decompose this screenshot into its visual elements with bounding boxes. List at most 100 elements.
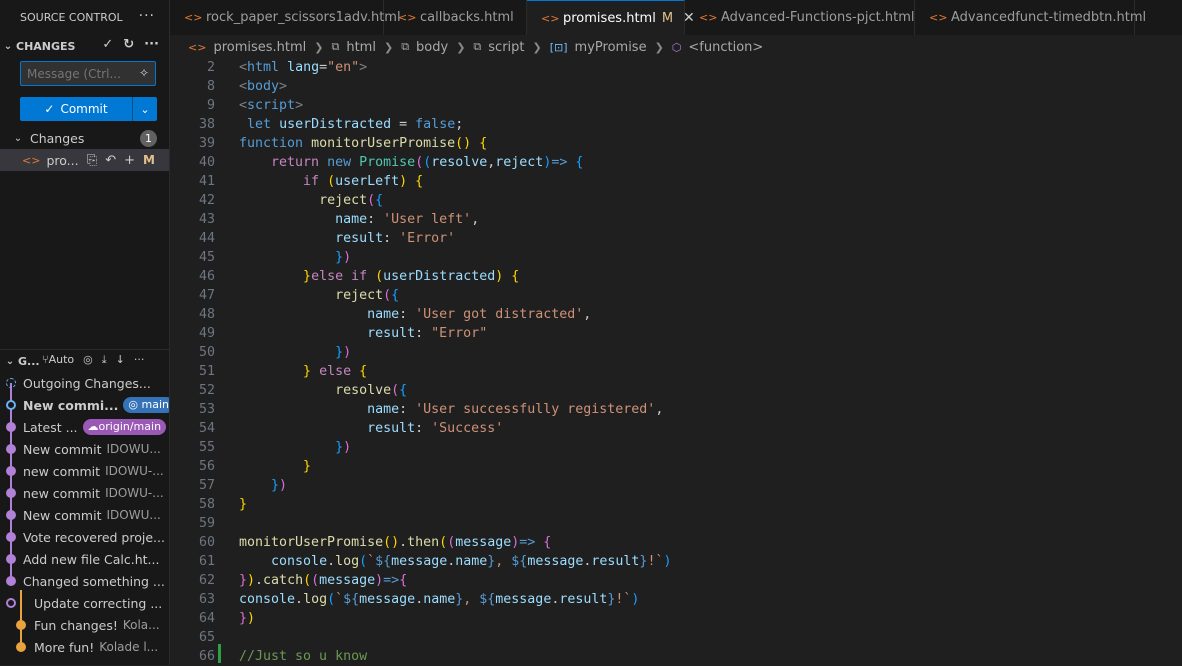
commit-message-field[interactable]: ✧ — [20, 61, 156, 86]
discard-icon[interactable]: ↶ — [105, 153, 116, 168]
graph-item[interactable]: New commit IDOWU... — [0, 438, 169, 460]
variable-icon: [⊡] — [549, 40, 568, 54]
graph-item[interactable]: Vote recovered proje... — [0, 526, 169, 548]
graph-item-title: New commit — [23, 507, 102, 523]
graph-item[interactable]: Outgoing Changes... — [0, 372, 169, 394]
code-line: } — [303, 459, 312, 474]
commit-icon — [6, 466, 16, 476]
graph-item[interactable]: new commit IDOWU-... — [0, 482, 169, 504]
breadcrumb-item[interactable]: script — [488, 40, 524, 55]
line-number: 43 — [198, 212, 215, 227]
graph-item-author: IDOWU... — [106, 442, 161, 456]
graph-item-author: IDOWU-... — [105, 464, 164, 478]
graph-item[interactable]: new commit IDOWU-... — [0, 460, 169, 482]
pull-icon[interactable]: ↓ — [116, 353, 125, 367]
code-line: }) — [239, 611, 256, 626]
graph-item-title: New commit — [23, 441, 102, 457]
branch-auto-toggle[interactable]: ⑂Auto — [42, 353, 74, 367]
changed-file-item[interactable]: <> pro... ⎘ ↶ + M — [0, 149, 169, 171]
code-line: name: 'User successfully registered', — [367, 402, 664, 417]
tab-promises[interactable]: <> promises.html M ✕ — [527, 0, 695, 35]
code-line: result: "Error" — [367, 326, 488, 341]
breadcrumb-item[interactable]: body — [416, 40, 448, 55]
source-control-graph: ⌄ G... ⑂Auto ◎ ⤓ ↓ ··· Outgoing Changes.… — [0, 349, 169, 658]
graph-section-title: G... — [18, 354, 40, 368]
line-number: 63 — [198, 592, 215, 607]
changes-section-title: CHANGES — [16, 39, 76, 53]
graph-item-title: More fun! — [34, 639, 95, 655]
sparkle-icon[interactable]: ✧ — [139, 66, 149, 80]
breadcrumb-item[interactable]: <function> — [688, 40, 763, 55]
code-line: } else { — [303, 364, 368, 379]
commit-check-icon[interactable]: ✓ — [102, 37, 113, 52]
tab-modified-flag: M — [661, 10, 674, 26]
graph-item[interactable]: Fun changes! Kola... — [0, 614, 169, 636]
html-file-icon: <> — [398, 11, 417, 24]
code-line: <script> — [239, 98, 304, 113]
more-actions-icon[interactable]: ··· — [144, 37, 159, 52]
breadcrumb-item[interactable]: promises.html — [213, 40, 306, 55]
more-actions-icon[interactable]: ··· — [139, 8, 155, 24]
commit-icon — [6, 444, 16, 454]
open-file-icon[interactable]: ⎘ — [87, 153, 97, 168]
changes-group-label: Changes — [30, 130, 85, 146]
modified-line-indicator — [218, 644, 221, 663]
commit-icon — [6, 488, 16, 498]
graph-item[interactable]: Add new file Calc.ht... — [0, 548, 169, 570]
line-number: 39 — [198, 136, 215, 151]
graph-section-header[interactable]: ⌄ G... ⑂Auto ◎ ⤓ ↓ ··· — [0, 350, 169, 372]
fetch-icon[interactable]: ⤓ — [102, 353, 107, 367]
graph-item[interactable]: Update correcting ... — [0, 592, 169, 614]
branch-tag-label: origin/main — [98, 420, 162, 433]
line-number: 45 — [198, 250, 215, 265]
html-file-icon: <> — [184, 11, 203, 24]
branch-tag-label: main — [141, 398, 169, 411]
commit-dropdown-button[interactable]: ⌄ — [133, 103, 157, 116]
element-icon: ⧉ — [331, 40, 340, 53]
graph-item[interactable]: New commit IDOWU... — [0, 504, 169, 526]
line-number: 60 — [198, 535, 215, 550]
branch-tag-origin: ☁origin/main — [82, 419, 167, 435]
chevron-right-icon: ❯ — [654, 40, 664, 54]
commit-button-group: ✓ Commit ⌄ — [20, 97, 157, 121]
line-number: 40 — [198, 155, 215, 170]
graph-item[interactable]: New commi... ◎ main — [0, 394, 169, 416]
code-line: }) — [335, 250, 352, 265]
graph-item[interactable]: Latest ... ☁origin/main — [0, 416, 169, 438]
line-number: 56 — [198, 459, 215, 474]
html-file-icon: <> — [188, 40, 207, 54]
code-editor[interactable]: 2 <html lang="en"> 8 <body> 9 <script> 38 l… — [170, 58, 1182, 665]
refresh-icon[interactable]: ↻ — [123, 37, 134, 52]
code-line: if (userLeft) { — [303, 174, 424, 189]
tab-label: callbacks.html — [420, 10, 514, 25]
code-line: reject({ — [319, 193, 384, 208]
line-number: 52 — [198, 383, 215, 398]
commit-button[interactable]: ✓ Commit — [20, 102, 132, 116]
tab-advancedfunct-timedbtn[interactable]: <> Advancedfunct-timedbtn.html — [915, 0, 1146, 35]
stage-icon[interactable]: + — [124, 153, 135, 168]
breadcrumb-item[interactable]: html — [346, 40, 376, 55]
breadcrumb-item[interactable]: myPromise — [575, 40, 647, 55]
branch-tag-main: ◎ main — [123, 397, 169, 413]
target-icon[interactable]: ◎ — [83, 353, 93, 367]
graph-item-title: Latest ... — [23, 419, 78, 435]
changes-section-header[interactable]: ⌄ CHANGES ✓ ↻ ··· — [0, 35, 169, 57]
chevron-right-icon: ❯ — [314, 40, 324, 54]
line-number: 42 — [198, 193, 215, 208]
html-file-icon: <> — [541, 11, 560, 25]
code-line: }).catch((message)=>{ — [239, 573, 408, 588]
more-actions-icon[interactable]: ··· — [134, 353, 145, 367]
line-number: 41 — [198, 174, 215, 189]
tab-callbacks[interactable]: <> callbacks.html — [384, 0, 527, 35]
graph-item[interactable]: Changed something ... — [0, 570, 169, 592]
chevron-down-icon: ⌄ — [3, 40, 13, 52]
tab-advanced-functions[interactable]: <> Advanced-Functions-pjct.html — [685, 0, 915, 35]
graph-auto-label: Auto — [48, 353, 75, 366]
changes-group[interactable]: ⌄ Changes 1 — [0, 128, 169, 148]
tab-rock-paper-scissors[interactable]: <> rock_paper_scissors1adv.html — [170, 0, 401, 35]
line-number: 62 — [198, 573, 215, 588]
graph-item[interactable]: More fun! Kolade l... — [0, 636, 169, 658]
commit-message-input[interactable] — [21, 62, 133, 86]
line-number: 50 — [198, 345, 215, 360]
graph-item-title: Outgoing Changes... — [23, 375, 151, 391]
